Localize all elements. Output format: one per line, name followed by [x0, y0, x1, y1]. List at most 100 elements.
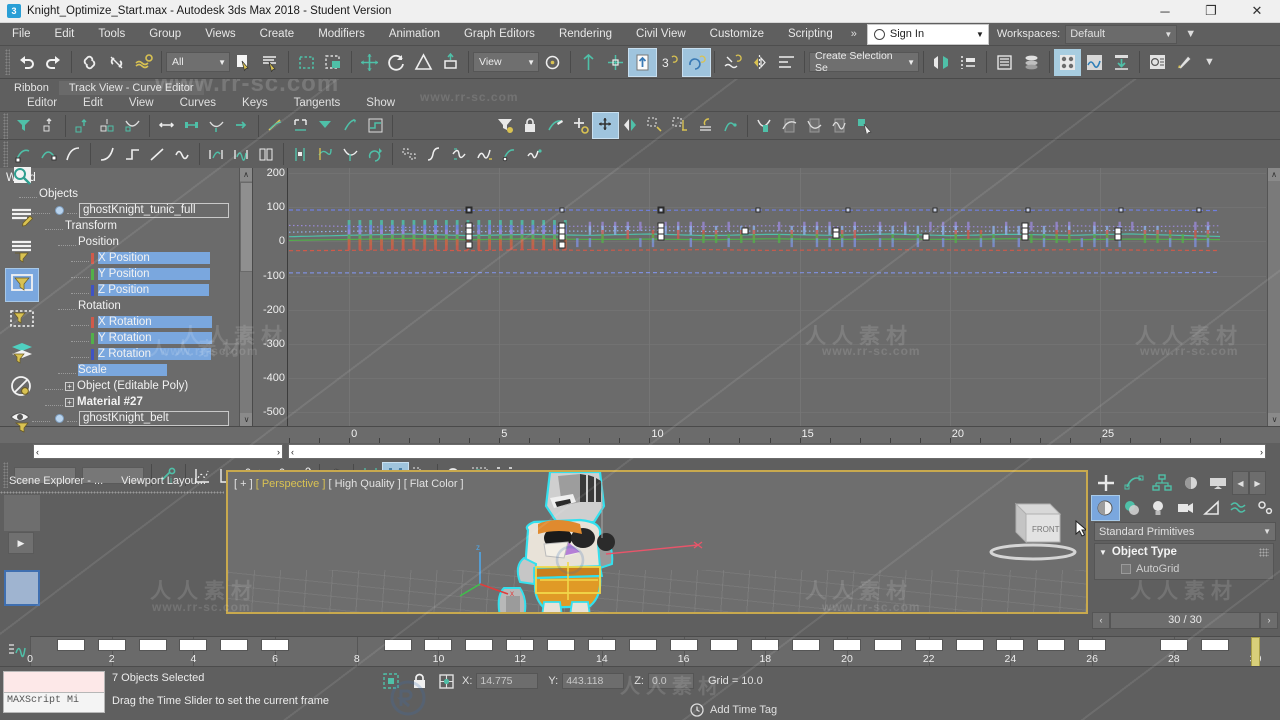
- sign-in-button[interactable]: Sign In ▼: [867, 24, 989, 45]
- material-editor-icon[interactable]: [1054, 49, 1081, 76]
- workspace-selector[interactable]: Default ▼: [1065, 25, 1177, 44]
- menu-animation[interactable]: Animation: [377, 23, 452, 46]
- curve-z-rotation[interactable]: [289, 272, 1220, 273]
- ease-curve-icon[interactable]: [422, 142, 447, 167]
- timeline-key[interactable]: [833, 639, 861, 651]
- menu-overflow-icon[interactable]: »: [845, 28, 863, 40]
- maxscript-output-line[interactable]: [3, 671, 105, 693]
- out-of-range-b-icon[interactable]: [229, 142, 254, 167]
- menu-file[interactable]: File: [0, 23, 43, 46]
- render-setup-icon[interactable]: [1108, 49, 1135, 76]
- curve-tools-icon[interactable]: [497, 142, 522, 167]
- zoom-extents-icon[interactable]: [6, 160, 38, 192]
- timeline-key[interactable]: [261, 639, 289, 651]
- tab-curve-editor[interactable]: Track View - Curve Editor: [59, 81, 204, 95]
- scene-explorer-swatch[interactable]: [4, 570, 40, 606]
- animation-key[interactable]: [845, 208, 850, 213]
- key-tangent-linear-icon[interactable]: [145, 142, 170, 167]
- object-bullet-icon[interactable]: [55, 206, 64, 215]
- filmstrip-filter-icon[interactable]: [6, 303, 38, 335]
- viewport-quality-label[interactable]: [ High Quality ]: [328, 478, 400, 490]
- select-object-icon[interactable]: [230, 49, 257, 76]
- menu-civil-view[interactable]: Civil View: [624, 23, 698, 46]
- timeline-key[interactable]: [915, 639, 943, 651]
- visibility-filter-icon[interactable]: [6, 405, 38, 437]
- tv-menu-tangents[interactable]: Tangents: [281, 95, 354, 112]
- scroll-thumb[interactable]: [240, 182, 253, 272]
- animation-key[interactable]: [1025, 208, 1030, 213]
- tab-scene-explorer[interactable]: Scene Explorer - ...: [0, 473, 112, 489]
- timeline-key[interactable]: [424, 639, 452, 651]
- slide-keys-tool-icon[interactable]: [618, 113, 643, 138]
- object-type-header[interactable]: ▼ Object Type: [1095, 544, 1273, 560]
- key-tangent-slow-icon[interactable]: [95, 142, 120, 167]
- edit-scene-icon[interactable]: [6, 201, 38, 233]
- hierarchy-tab-icon[interactable]: [1148, 471, 1176, 495]
- show-tangents-icon[interactable]: [752, 113, 777, 138]
- timeline-key[interactable]: [98, 639, 126, 651]
- primitive-category-dropdown[interactable]: Standard Primitives ▼: [1094, 522, 1276, 541]
- timeline-key[interactable]: [506, 639, 534, 651]
- out-of-range-c-icon[interactable]: [254, 142, 279, 167]
- shapes-icon[interactable]: [1119, 496, 1146, 520]
- menu-graph-editors[interactable]: Graph Editors: [452, 23, 547, 46]
- timeline-key[interactable]: [547, 639, 575, 651]
- lock-selection-icon[interactable]: [518, 113, 543, 138]
- spinner-next-button[interactable]: ›: [1260, 612, 1278, 629]
- viewcube-icon[interactable]: FRONT: [978, 494, 1088, 562]
- angle-snap-toggle-icon[interactable]: [629, 49, 656, 76]
- scene-converter-icon[interactable]: [1018, 49, 1045, 76]
- animation-key[interactable]: [466, 241, 473, 248]
- scale-keys-icon[interactable]: [95, 113, 120, 138]
- menu-scripting[interactable]: Scripting: [776, 23, 845, 46]
- layer-filter-icon[interactable]: [6, 337, 38, 369]
- lights-icon[interactable]: [1145, 496, 1172, 520]
- spinner-prev-button[interactable]: ‹: [1092, 612, 1110, 629]
- panel-next-button[interactable]: ▶: [1249, 471, 1266, 495]
- select-and-link-icon[interactable]: [76, 49, 103, 76]
- scroll-up-icon[interactable]: ∧: [240, 168, 252, 181]
- curve-plot-area[interactable]: [289, 168, 1266, 426]
- timeline-key[interactable]: [465, 639, 493, 651]
- spinner-snap-toggle-icon[interactable]: [683, 49, 710, 76]
- select-and-rotate-icon[interactable]: [383, 49, 410, 76]
- timeline-key[interactable]: [996, 639, 1024, 651]
- timeline-key[interactable]: [1201, 639, 1229, 651]
- cameras-icon[interactable]: [1172, 496, 1199, 520]
- animation-key[interactable]: [466, 234, 473, 241]
- select-and-place-icon[interactable]: [437, 49, 464, 76]
- toolbar-overflow-icon[interactable]: ▼: [1179, 28, 1202, 40]
- region-keys-icon[interactable]: [397, 142, 422, 167]
- timeline-key[interactable]: [179, 639, 207, 651]
- z-coordinate-field[interactable]: 0.0: [648, 673, 694, 689]
- timeline-key[interactable]: [1037, 639, 1065, 651]
- param-curve-ooR-icon[interactable]: [718, 113, 743, 138]
- tree-vertical-scrollbar[interactable]: ∧ ∨: [239, 168, 252, 426]
- graph-vertical-scrollbar[interactable]: ∧ ∨: [1267, 168, 1280, 426]
- mirror-icon[interactable]: [746, 49, 773, 76]
- tv-menu-view[interactable]: View: [116, 95, 167, 112]
- animation-key[interactable]: [658, 234, 665, 241]
- chevron-down-icon[interactable]: ▼: [976, 30, 984, 39]
- close-button[interactable]: ✕: [1234, 0, 1280, 23]
- helpers-icon[interactable]: [1198, 496, 1225, 520]
- select-filter-icon[interactable]: [6, 235, 38, 267]
- scroll-up-icon[interactable]: ∧: [1268, 168, 1280, 181]
- menu-tools[interactable]: Tools: [86, 23, 137, 46]
- toolbar-more-icon[interactable]: ▼: [1198, 56, 1221, 68]
- show-keyable-icon[interactable]: [338, 142, 363, 167]
- autogrid-row[interactable]: AutoGrid: [1095, 560, 1273, 579]
- key-tangent-fast-icon[interactable]: [61, 142, 86, 167]
- lock-icon[interactable]: [408, 671, 430, 691]
- tab-ribbon[interactable]: Ribbon: [4, 81, 59, 95]
- expand-icon[interactable]: +: [65, 382, 74, 391]
- tv-menu-editor[interactable]: Editor: [14, 95, 70, 112]
- space-warps-icon[interactable]: [1225, 496, 1252, 520]
- rectangular-selection-region-icon[interactable]: [293, 49, 320, 76]
- animation-key[interactable]: [1114, 234, 1121, 241]
- move-keys-active-icon[interactable]: [593, 113, 618, 138]
- viewport-shading-label[interactable]: [ Flat Color ]: [404, 478, 464, 490]
- display-filter-icon[interactable]: [6, 269, 38, 301]
- timeline-key[interactable]: [792, 639, 820, 651]
- multiplier-curve-icon[interactable]: [447, 142, 472, 167]
